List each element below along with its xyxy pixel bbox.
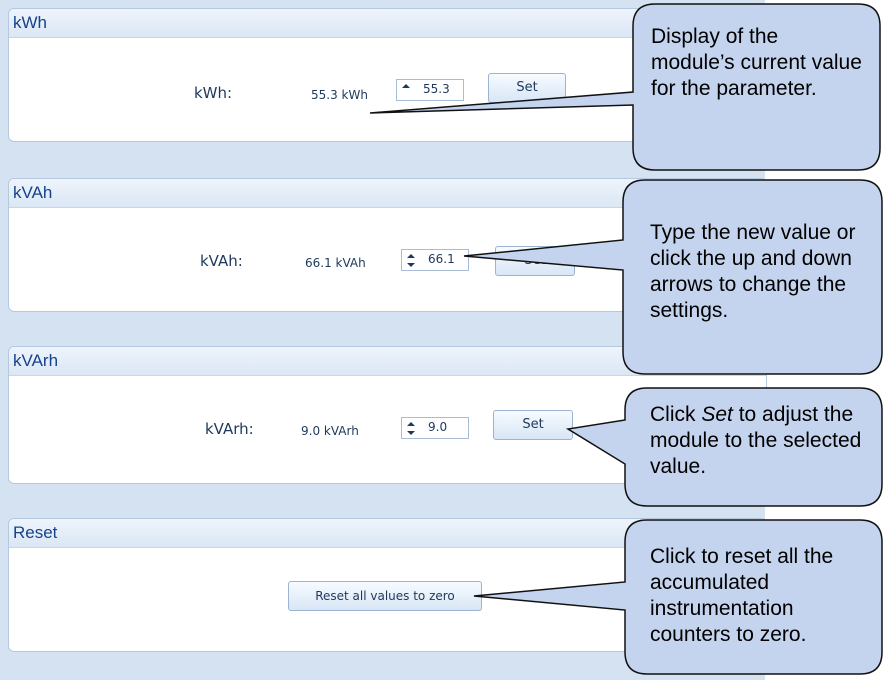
kvarh-input-value[interactable]: 9.0	[428, 420, 447, 434]
callout-set-emphasis: Set	[701, 403, 733, 426]
kvah-input-value[interactable]: 66.1	[428, 252, 455, 266]
kwh-input-value[interactable]: 55.3	[423, 82, 450, 96]
kwh-current-value: 55.3 kWh	[311, 88, 368, 102]
spin-arrows-icon[interactable]	[405, 251, 417, 269]
callout-reset-text: Click to reset all the accumulated instr…	[650, 545, 834, 646]
kvah-set-button[interactable]: Set	[495, 246, 575, 276]
spin-arrows-icon[interactable]	[405, 419, 417, 437]
kvarh-set-button[interactable]: Set	[493, 410, 573, 440]
kwh-spinner[interactable]: 55.3	[396, 79, 464, 101]
kvarh-label: kVArh:	[205, 420, 254, 438]
reset-all-button[interactable]: Reset all values to zero	[288, 581, 482, 611]
kvarh-current-value: 9.0 kVArh	[301, 424, 359, 438]
arrow-down-icon[interactable]	[407, 431, 415, 435]
kvarh-group-header: kVArh	[9, 347, 766, 376]
spin-arrows-icon[interactable]	[400, 81, 412, 99]
kvah-spinner[interactable]: 66.1	[401, 249, 469, 271]
arrow-up-icon[interactable]	[407, 254, 415, 258]
kvarh-spinner[interactable]: 9.0	[401, 417, 469, 439]
callout-display-text: Display of the module’s current value fo…	[651, 25, 862, 100]
callout-type-text: Type the new value or click the up and d…	[650, 221, 856, 322]
arrow-up-icon[interactable]	[402, 84, 410, 88]
arrow-up-icon[interactable]	[407, 422, 415, 426]
arrow-down-icon[interactable]	[407, 263, 415, 267]
kvah-group-header: kVAh	[9, 179, 766, 208]
kvah-current-value: 66.1 kVAh	[305, 256, 366, 270]
callout-set-pre: Click	[650, 403, 702, 426]
kwh-label: kWh:	[194, 84, 233, 102]
kvah-label: kVAh:	[200, 252, 243, 270]
callout-set-text: Click Set to adjust the module to the se…	[650, 402, 878, 480]
kwh-set-button[interactable]: Set	[488, 73, 566, 103]
